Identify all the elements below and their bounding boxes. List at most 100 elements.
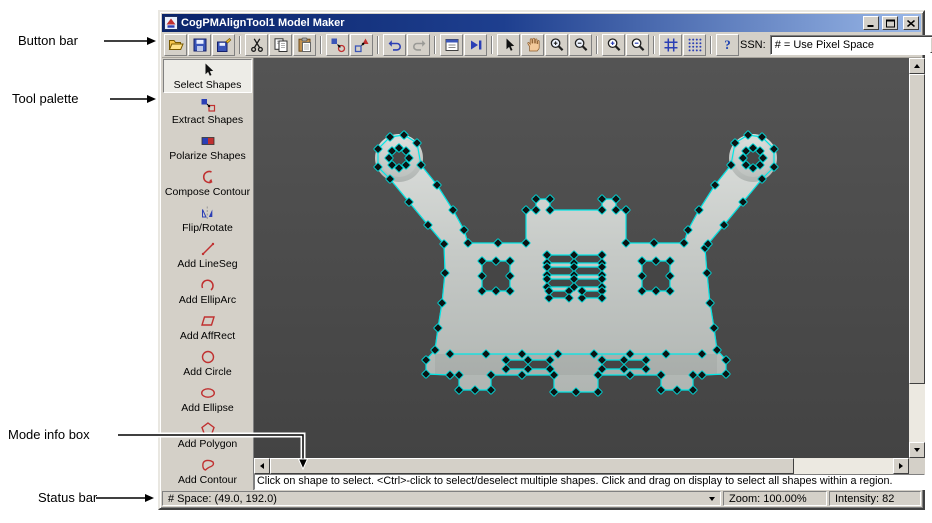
paste-button[interactable]: [293, 33, 316, 56]
open-button[interactable]: [164, 33, 187, 56]
palette-item-polarize-shapes[interactable]: Polarize Shapes: [162, 129, 253, 165]
tool-palette: Select Shapes Extract Shapes Polarize Sh…: [162, 58, 254, 490]
pan-button[interactable]: [521, 33, 544, 56]
horizontal-scroll-thumb[interactable]: [270, 458, 794, 474]
arrow-right-icon: [899, 463, 903, 469]
select-pointer-button[interactable]: [497, 33, 520, 56]
magnifier-expand-icon: [607, 37, 620, 51]
copy-button[interactable]: [269, 33, 292, 56]
space-coordinates: # Space: (49.0, 192.0): [168, 492, 277, 505]
copy-pages-icon: [274, 37, 287, 52]
palette-item-add-contour[interactable]: Add Contour: [162, 453, 253, 489]
properties-button[interactable]: [440, 33, 463, 56]
clipboard-icon: [298, 37, 311, 52]
scroll-up-button[interactable]: [909, 58, 925, 74]
toolbar-separator: [710, 35, 712, 54]
zoom-status: Zoom: 100.00%: [723, 491, 827, 506]
zoom-shrink-button[interactable]: [626, 33, 649, 56]
toolbar-separator: [377, 35, 379, 54]
button-bar: ? SSN: # = Use Pixel Space: [162, 32, 932, 58]
scroll-right-button[interactable]: [893, 458, 909, 474]
model-maker-window: CogPMAlignTool1 Model Maker ? SSN: # = U…: [158, 10, 932, 510]
compose-contour-icon: [200, 169, 216, 185]
shapes-extract-icon: [331, 38, 345, 52]
space-selector[interactable]: # Space: (49.0, 192.0): [162, 491, 721, 506]
floppy-icon: [193, 38, 206, 51]
display-column: Click on shape to select. <Ctrl>-click t…: [254, 58, 925, 490]
ssn-value: # = Use Pixel Space: [774, 38, 875, 51]
palette-item-add-circle[interactable]: Add Circle: [162, 345, 253, 381]
open-folder-icon: [168, 39, 184, 50]
polarize-shapes-icon: [200, 133, 216, 149]
titlebar[interactable]: CogPMAlignTool1 Model Maker: [162, 14, 921, 32]
run-marker-icon: [470, 40, 481, 49]
add-polygon-icon: [200, 421, 216, 437]
save-as-button[interactable]: [212, 33, 235, 56]
toolbar-separator: [434, 35, 436, 54]
toolbar-separator: [596, 35, 598, 54]
vertical-scroll-thumb[interactable]: [909, 74, 925, 384]
magnifier-shrink-icon: [631, 37, 644, 51]
palette-item-add-polygon[interactable]: Add Polygon: [162, 417, 253, 453]
status-bar: # Space: (49.0, 192.0) Zoom: 100.00% Int…: [162, 490, 921, 506]
toolbar-separator: [653, 35, 655, 54]
grid-dots-button[interactable]: [683, 33, 706, 56]
grid-lines-icon: [664, 38, 677, 51]
pointer-arrow-icon: [506, 38, 514, 51]
close-button[interactable]: [903, 16, 919, 30]
ssn-group: SSN: # = Use Pixel Space: [740, 34, 932, 55]
mode-info-box: Click on shape to select. <Ctrl>-click t…: [254, 474, 925, 490]
model-display[interactable]: [254, 58, 925, 458]
intensity-status: Intensity: 82: [829, 491, 921, 506]
palette-item-compose-contour[interactable]: Compose Contour: [162, 165, 253, 201]
shapes-train-icon: [354, 38, 368, 52]
run-marker-button[interactable]: [464, 33, 487, 56]
palette-item-add-elliparc[interactable]: Add EllipArc: [162, 273, 253, 309]
app-icon: [164, 16, 178, 30]
toolbar-separator: [239, 35, 241, 54]
ssn-combobox[interactable]: # = Use Pixel Space: [769, 34, 932, 55]
ssn-label: SSN:: [740, 38, 766, 51]
train-shapes-button[interactable]: [350, 33, 373, 56]
window-title: CogPMAlignTool1 Model Maker: [181, 17, 345, 29]
extract-shapes-button[interactable]: [326, 33, 349, 56]
add-circle-icon: [200, 349, 216, 365]
arrow-up-icon: [914, 64, 920, 68]
cut-button[interactable]: [245, 33, 268, 56]
add-elliparc-icon: [200, 277, 216, 293]
floppy-arrow-icon: [216, 37, 231, 52]
toolbar-separator: [491, 35, 493, 54]
palette-item-select-shapes[interactable]: Select Shapes: [163, 59, 252, 93]
annotation-mode-info-box: Mode info box: [8, 427, 90, 442]
palette-item-flip-rotate[interactable]: Flip/Rotate: [162, 201, 253, 237]
scissors-icon: [250, 37, 263, 52]
redo-button[interactable]: [407, 33, 430, 56]
palette-item-add-ellipse[interactable]: Add Ellipse: [162, 381, 253, 417]
scroll-left-button[interactable]: [254, 458, 270, 474]
annotation-status-bar: Status bar: [38, 490, 98, 505]
scroll-down-button[interactable]: [909, 442, 925, 458]
arrow-left-icon: [260, 463, 264, 469]
minimize-button[interactable]: [863, 16, 879, 30]
zoom-expand-button[interactable]: [602, 33, 625, 56]
undo-arrow-icon: [388, 39, 401, 51]
help-button[interactable]: ?: [716, 33, 739, 56]
palette-item-extract-shapes[interactable]: Extract Shapes: [162, 93, 253, 129]
extract-shapes-icon: [200, 97, 216, 113]
horizontal-scrollbar[interactable]: [254, 458, 909, 474]
redo-arrow-icon: [412, 39, 425, 51]
add-lineseg-icon: [200, 241, 216, 257]
properties-sheet-icon: [445, 38, 458, 51]
scrollbar-corner: [909, 458, 925, 474]
maximize-button[interactable]: [882, 16, 898, 30]
zoom-out-button[interactable]: [569, 33, 592, 56]
zoom-in-button[interactable]: [545, 33, 568, 56]
grid-lines-button[interactable]: [659, 33, 682, 56]
part-image: [254, 58, 909, 458]
magnifier-minus-icon: [574, 37, 587, 51]
palette-item-add-affrect[interactable]: Add AffRect: [162, 309, 253, 345]
vertical-scrollbar[interactable]: [909, 58, 925, 458]
undo-button[interactable]: [383, 33, 406, 56]
palette-item-add-lineseg[interactable]: Add LineSeg: [162, 237, 253, 273]
save-button[interactable]: [188, 33, 211, 56]
